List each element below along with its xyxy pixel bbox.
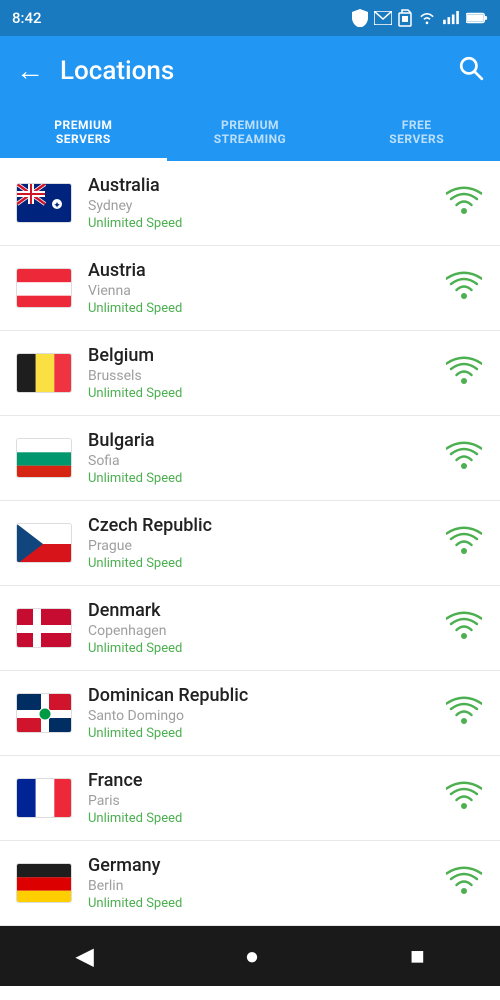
wifi-signal-icon [444,611,484,645]
country-name: Bulgaria [88,430,444,451]
wifi-signal-icon [444,271,484,305]
flag-dk [16,608,72,648]
speed-label: Unlimited Speed [88,556,444,571]
speed-label: Unlimited Speed [88,386,444,401]
flag-cz [16,523,72,563]
tabs-container: PREMIUMSERVERS PREMIUMSTREAMING FREESERV… [0,106,500,161]
page-title: Locations [60,56,458,86]
locations-list: ✦ Australia Sydney Unlimited Speed Austr… [0,161,500,926]
status-bar: 8:42 [0,0,500,36]
list-item[interactable]: Belgium Brussels Unlimited Speed [0,331,500,416]
list-item[interactable]: Czech Republic Prague Unlimited Speed [0,501,500,586]
list-item[interactable]: ✦ Australia Sydney Unlimited Speed [0,161,500,246]
country-info: Austria Vienna Unlimited Speed [88,260,444,316]
speed-label: Unlimited Speed [88,216,444,231]
country-name: Dominican Republic [88,685,444,706]
country-info: Australia Sydney Unlimited Speed [88,175,444,231]
country-info: Germany Berlin Unlimited Speed [88,855,444,911]
list-item[interactable]: Germany Berlin Unlimited Speed [0,841,500,926]
city-name: Santo Domingo [88,708,444,724]
wifi-signal-icon [444,526,484,560]
wifi-signal-icon [444,866,484,900]
speed-label: Unlimited Speed [88,471,444,486]
speed-label: Unlimited Speed [88,896,444,911]
country-name: France [88,770,444,791]
speed-label: Unlimited Speed [88,301,444,316]
status-time: 8:42 [12,9,42,27]
city-name: Sydney [88,198,444,214]
nav-home-button[interactable]: ● [221,934,284,979]
shield-icon [352,9,368,27]
flag-do [16,693,72,733]
list-item[interactable]: Bulgaria Sofia Unlimited Speed [0,416,500,501]
header: ← Locations [0,36,500,106]
nav-bar: ◀ ● ■ [0,926,500,986]
mail-icon [374,11,392,25]
flag-au: ✦ [16,183,72,223]
nav-recent-button[interactable]: ■ [386,934,449,979]
nav-back-button[interactable]: ◀ [51,934,117,978]
status-icons [352,9,488,27]
battery-icon [466,12,488,24]
flag-at [16,268,72,308]
city-name: Prague [88,538,444,554]
wifi-full-icon [418,11,436,25]
city-name: Sofia [88,453,444,469]
country-name: Czech Republic [88,515,444,536]
city-name: Copenhagen [88,623,444,639]
country-name: Austria [88,260,444,281]
list-item[interactable]: Austria Vienna Unlimited Speed [0,246,500,331]
country-info: Dominican Republic Santo Domingo Unlimit… [88,685,444,741]
back-button[interactable]: ← [16,57,44,85]
list-item[interactable]: Denmark Copenhagen Unlimited Speed [0,586,500,671]
country-name: Germany [88,855,444,876]
country-info: Denmark Copenhagen Unlimited Speed [88,600,444,656]
list-item[interactable]: Dominican Republic Santo Domingo Unlimit… [0,671,500,756]
city-name: Paris [88,793,444,809]
wifi-signal-icon [444,696,484,730]
wifi-signal-icon [444,186,484,220]
list-item[interactable]: France Paris Unlimited Speed [0,756,500,841]
wifi-signal-icon [444,441,484,475]
flag-fr [16,778,72,818]
speed-label: Unlimited Speed [88,726,444,741]
country-info: Czech Republic Prague Unlimited Speed [88,515,444,571]
tab-premium-streaming[interactable]: PREMIUMSTREAMING [167,106,334,161]
speed-label: Unlimited Speed [88,811,444,826]
cell-signal-icon [442,11,460,25]
country-info: Belgium Brussels Unlimited Speed [88,345,444,401]
country-name: Australia [88,175,444,196]
flag-bg [16,438,72,478]
city-name: Vienna [88,283,444,299]
country-info: France Paris Unlimited Speed [88,770,444,826]
city-name: Berlin [88,878,444,894]
sim-icon [398,9,412,27]
tab-free-servers[interactable]: FREESERVERS [333,106,500,161]
wifi-signal-icon [444,781,484,815]
flag-de [16,863,72,903]
flag-be [16,353,72,393]
tab-premium-servers[interactable]: PREMIUMSERVERS [0,106,167,161]
country-name: Denmark [88,600,444,621]
city-name: Brussels [88,368,444,384]
wifi-signal-icon [444,356,484,390]
country-name: Belgium [88,345,444,366]
search-button[interactable] [458,55,484,88]
svg-text:✦: ✦ [53,201,61,211]
speed-label: Unlimited Speed [88,641,444,656]
country-info: Bulgaria Sofia Unlimited Speed [88,430,444,486]
